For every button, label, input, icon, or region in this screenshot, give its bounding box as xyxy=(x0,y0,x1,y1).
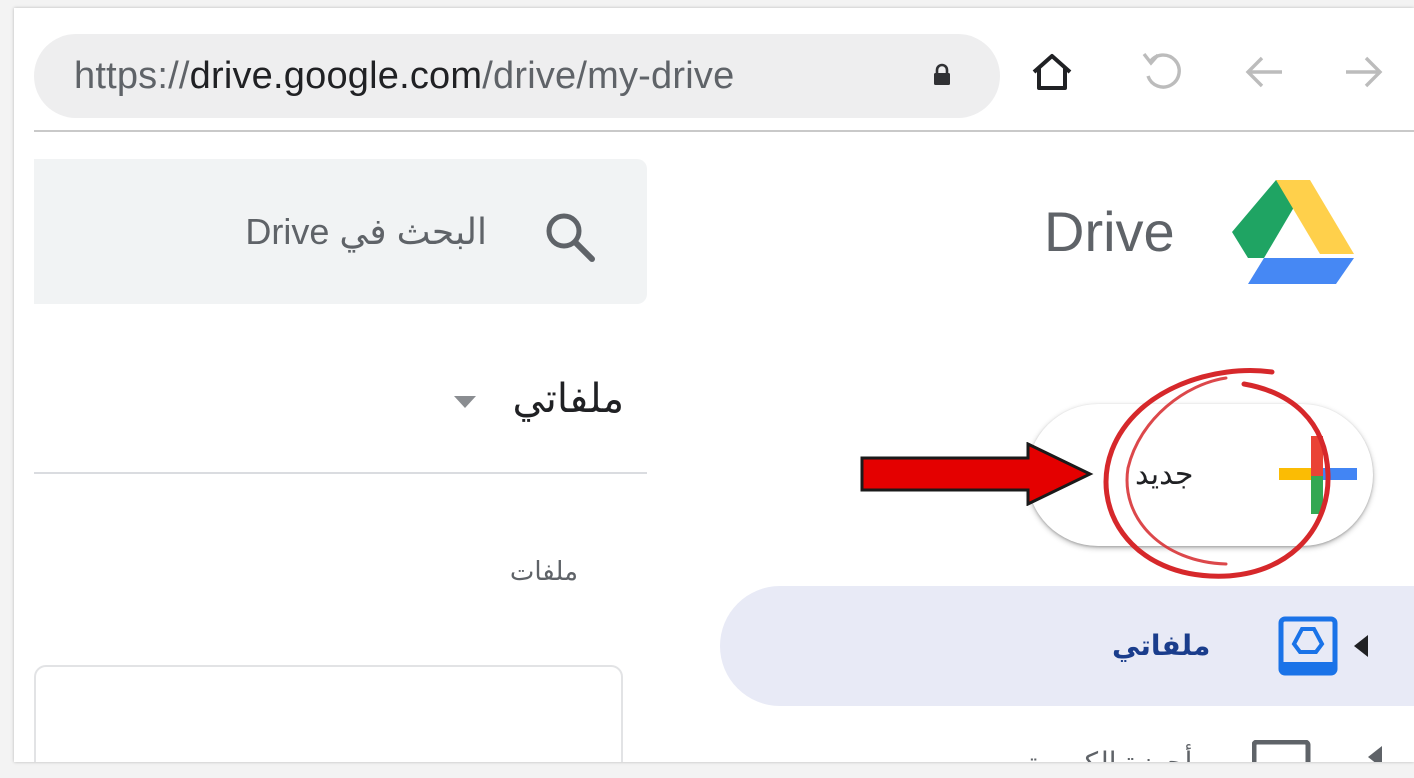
page-title: ملفاتي xyxy=(512,377,624,421)
forward-icon[interactable] xyxy=(1340,48,1388,96)
expand-arrow-icon[interactable] xyxy=(1368,746,1382,762)
lock-icon xyxy=(934,63,950,85)
url-host: drive.google.com xyxy=(189,55,483,97)
home-icon[interactable] xyxy=(1028,48,1076,96)
sidebar-item-computers-label[interactable]: أجهزة الكمبيوتر xyxy=(1014,746,1192,762)
header-divider xyxy=(34,472,647,474)
search-icon[interactable] xyxy=(540,207,598,265)
url-scheme: https:// xyxy=(74,55,190,97)
expand-arrow-icon[interactable] xyxy=(1354,635,1368,657)
drive-box-icon xyxy=(1278,616,1338,676)
my-drive-menu[interactable]: ملفاتي xyxy=(454,374,624,424)
search-box[interactable]: البحث في Drive xyxy=(34,159,647,304)
address-bar[interactable]: https://drive.google.com/drive/my-drive xyxy=(34,34,1000,118)
caret-down-icon xyxy=(454,396,476,408)
search-placeholder: البحث في Drive xyxy=(245,211,487,252)
annotation-arrow xyxy=(860,442,1094,506)
back-icon[interactable] xyxy=(1240,48,1288,96)
toolbar-divider xyxy=(34,130,1414,132)
annotation-circle xyxy=(1103,368,1331,579)
files-section-label: ملفات xyxy=(509,556,578,586)
url-text: https://drive.google.com/drive/my-drive xyxy=(74,34,734,118)
app-title: Drive xyxy=(1044,200,1175,263)
reload-icon[interactable] xyxy=(1138,48,1186,96)
browser-window: https://drive.google.com/drive/my-drive … xyxy=(14,8,1414,762)
file-card[interactable] xyxy=(34,665,623,762)
sidebar-item-label: ملفاتي xyxy=(1112,630,1211,661)
sidebar-item-my-drive[interactable]: ملفاتي xyxy=(720,586,1414,706)
drive-logo-icon[interactable] xyxy=(1232,178,1354,286)
computers-icon xyxy=(1252,740,1311,762)
url-path: /drive/my-drive xyxy=(482,55,735,97)
